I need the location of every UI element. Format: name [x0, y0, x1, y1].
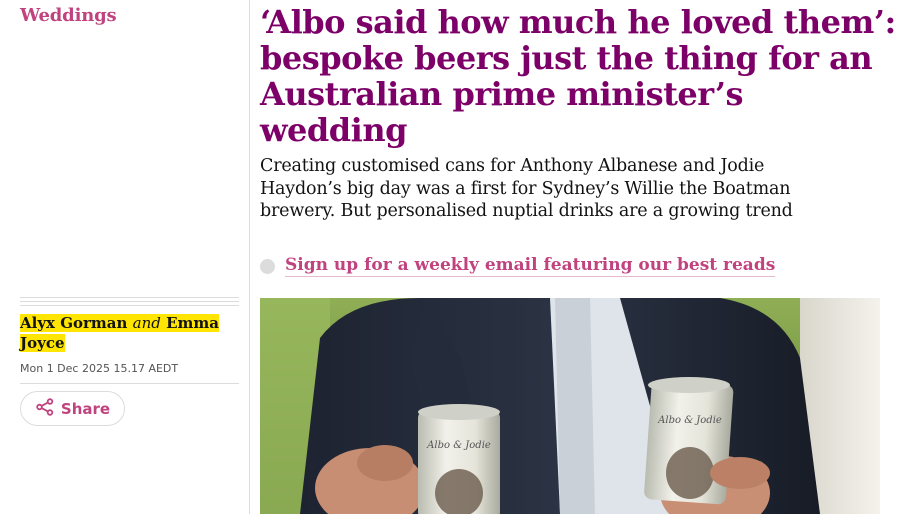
- left-column: Weddings Alyx Gorman and Emma Joyce Mon …: [0, 0, 250, 514]
- byline-rules: [20, 297, 239, 309]
- share-label: Share: [60, 399, 111, 418]
- newsletter-signup: Sign up for a weekly email featuring our…: [260, 255, 776, 277]
- svg-text:Albo & Jodie: Albo & Jodie: [426, 440, 491, 451]
- share-icon: [35, 397, 55, 420]
- byline: Alyx Gorman and Emma Joyce: [20, 313, 235, 353]
- svg-text:Albo & Jodie: Albo & Jodie: [657, 415, 722, 426]
- article-standfirst: Creating customised cans for Anthony Alb…: [260, 156, 793, 221]
- share-button[interactable]: Share: [20, 391, 125, 426]
- bullet-icon: [260, 258, 275, 274]
- publish-date: Mon 1 Dec 2025 15.17 AEDT: [20, 362, 179, 375]
- section-link-weddings[interactable]: Weddings: [20, 5, 117, 26]
- article-main-image: Albo & Jodie Albo & Jodie: [260, 298, 880, 514]
- article-headline: ‘Albo said how much he loved them’: besp…: [260, 3, 896, 149]
- byline-conjunction: and: [132, 314, 161, 332]
- author-link-alyx-gorman[interactable]: Alyx Gorman: [20, 314, 127, 332]
- divider: [20, 383, 239, 384]
- newsletter-signup-link[interactable]: Sign up for a weekly email featuring our…: [285, 255, 776, 277]
